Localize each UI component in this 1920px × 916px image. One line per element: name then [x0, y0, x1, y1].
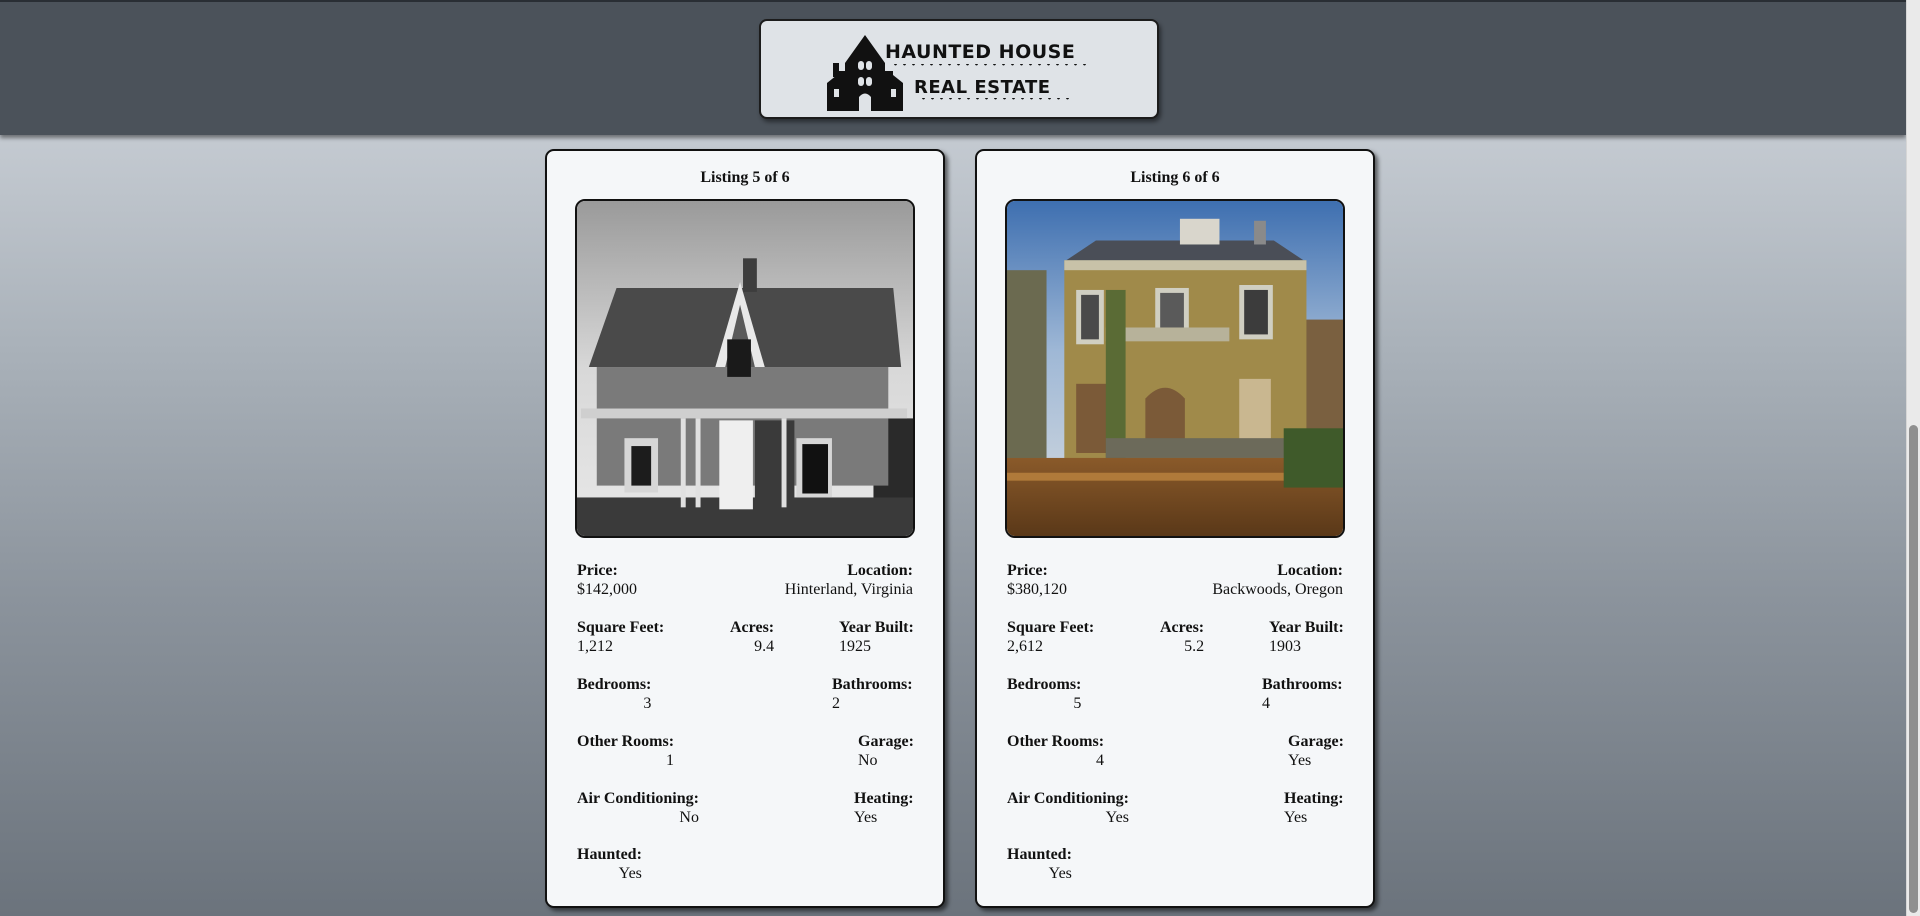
bathrooms-label: Bathrooms: — [832, 676, 913, 693]
year-built-field: Year Built: 1903 — [1269, 618, 1344, 656]
listing-photo — [575, 199, 915, 538]
haunted-field: Haunted: Yes — [577, 845, 642, 883]
listing-card: Listing 5 of 6 Price: $142,000 Location:… — [545, 149, 945, 908]
price-field: Price: $380,120 — [1007, 561, 1067, 599]
garage-label: Garage: — [858, 733, 914, 750]
bedrooms-value: 5 — [1073, 695, 1082, 712]
square-feet-value: 1,212 — [577, 638, 613, 655]
logo-drips-decoration — [919, 98, 1069, 104]
other-rooms-value: 1 — [666, 752, 675, 769]
bedrooms-field: Bedrooms: 3 — [577, 675, 651, 713]
heating-field: Heating: Yes — [1284, 789, 1344, 827]
logo-title-line2: REAL ESTATE — [914, 77, 1051, 98]
air-conditioning-value: Yes — [1105, 809, 1129, 826]
bathrooms-value: 2 — [832, 695, 840, 712]
heating-value: Yes — [1284, 809, 1308, 826]
acres-label: Acres: — [730, 619, 775, 636]
square-feet-value: 2,612 — [1007, 638, 1043, 655]
other-rooms-label: Other Rooms: — [1007, 733, 1105, 750]
bathrooms-field: Bathrooms: 4 — [1262, 675, 1343, 713]
garage-field: Garage: Yes — [1288, 732, 1344, 770]
air-conditioning-label: Air Conditioning: — [1007, 790, 1129, 807]
bedrooms-field: Bedrooms: 5 — [1007, 675, 1081, 713]
location-value: Hinterland, Virginia — [784, 581, 913, 598]
location-label: Location: — [847, 562, 913, 579]
price-value: $380,120 — [1007, 581, 1067, 598]
site-logo[interactable]: HAUNTED HOUSE REAL ESTATE — [759, 19, 1159, 119]
listing-title: Listing 5 of 6 — [700, 169, 790, 186]
bedrooms-value: 3 — [643, 695, 652, 712]
logo-drips-decoration — [891, 64, 1091, 70]
location-value: Backwoods, Oregon — [1212, 581, 1343, 598]
bedrooms-label: Bedrooms: — [1007, 676, 1082, 693]
vertical-scrollbar[interactable] — [1906, 0, 1920, 916]
garage-label: Garage: — [1288, 733, 1344, 750]
site-header: HAUNTED HOUSE REAL ESTATE — [0, 2, 1906, 135]
other-rooms-value: 4 — [1096, 752, 1105, 769]
air-conditioning-field: Air Conditioning: Yes — [1007, 789, 1129, 827]
listing-card: Listing 6 of 6 Price: $380,120 Location:… — [975, 149, 1375, 908]
bathrooms-value: 4 — [1262, 695, 1270, 712]
location-field: Location: Hinterland, Virginia — [785, 561, 913, 599]
acres-field: Acres: 9.4 — [730, 618, 774, 656]
bathrooms-label: Bathrooms: — [1262, 676, 1343, 693]
air-conditioning-field: Air Conditioning: No — [577, 789, 699, 827]
scrollbar-thumb[interactable] — [1909, 425, 1918, 913]
heating-label: Heating: — [1284, 790, 1344, 807]
square-feet-field: Square Feet: 2,612 — [1007, 618, 1094, 656]
air-conditioning-value: No — [679, 809, 699, 826]
square-feet-label: Square Feet: — [1007, 619, 1095, 636]
bedrooms-label: Bedrooms: — [577, 676, 652, 693]
location-field: Location: Backwoods, Oregon — [1212, 561, 1343, 599]
garage-value: Yes — [1288, 752, 1312, 769]
other-rooms-label: Other Rooms: — [577, 733, 675, 750]
heating-field: Heating: Yes — [854, 789, 914, 827]
haunted-value: Yes — [1048, 865, 1072, 882]
acres-value: 5.2 — [1184, 638, 1205, 655]
haunted-label: Haunted: — [577, 846, 642, 863]
haunted-value: Yes — [618, 865, 642, 882]
bathrooms-field: Bathrooms: 2 — [832, 675, 913, 713]
heating-value: Yes — [854, 809, 878, 826]
year-built-value: 1903 — [1269, 638, 1301, 655]
other-rooms-field: Other Rooms: 4 — [1007, 732, 1104, 770]
price-label: Price: — [1007, 562, 1048, 579]
year-built-value: 1925 — [839, 638, 871, 655]
other-rooms-field: Other Rooms: 1 — [577, 732, 674, 770]
logo-title-line1: HAUNTED HOUSE — [885, 41, 1076, 63]
haunted-label: Haunted: — [1007, 846, 1072, 863]
year-built-field: Year Built: 1925 — [839, 618, 914, 656]
square-feet-label: Square Feet: — [577, 619, 665, 636]
air-conditioning-label: Air Conditioning: — [577, 790, 699, 807]
location-label: Location: — [1277, 562, 1343, 579]
garage-value: No — [858, 752, 878, 769]
garage-field: Garage: No — [858, 732, 914, 770]
price-field: Price: $142,000 — [577, 561, 637, 599]
price-label: Price: — [577, 562, 618, 579]
year-built-label: Year Built: — [839, 619, 914, 636]
acres-label: Acres: — [1160, 619, 1205, 636]
price-value: $142,000 — [577, 581, 637, 598]
listing-photo — [1005, 199, 1345, 538]
acres-value: 9.4 — [754, 638, 775, 655]
haunted-field: Haunted: Yes — [1007, 845, 1072, 883]
listing-title: Listing 6 of 6 — [1130, 169, 1220, 186]
acres-field: Acres: 5.2 — [1160, 618, 1204, 656]
square-feet-field: Square Feet: 1,212 — [577, 618, 664, 656]
year-built-label: Year Built: — [1269, 619, 1344, 636]
heating-label: Heating: — [854, 790, 914, 807]
